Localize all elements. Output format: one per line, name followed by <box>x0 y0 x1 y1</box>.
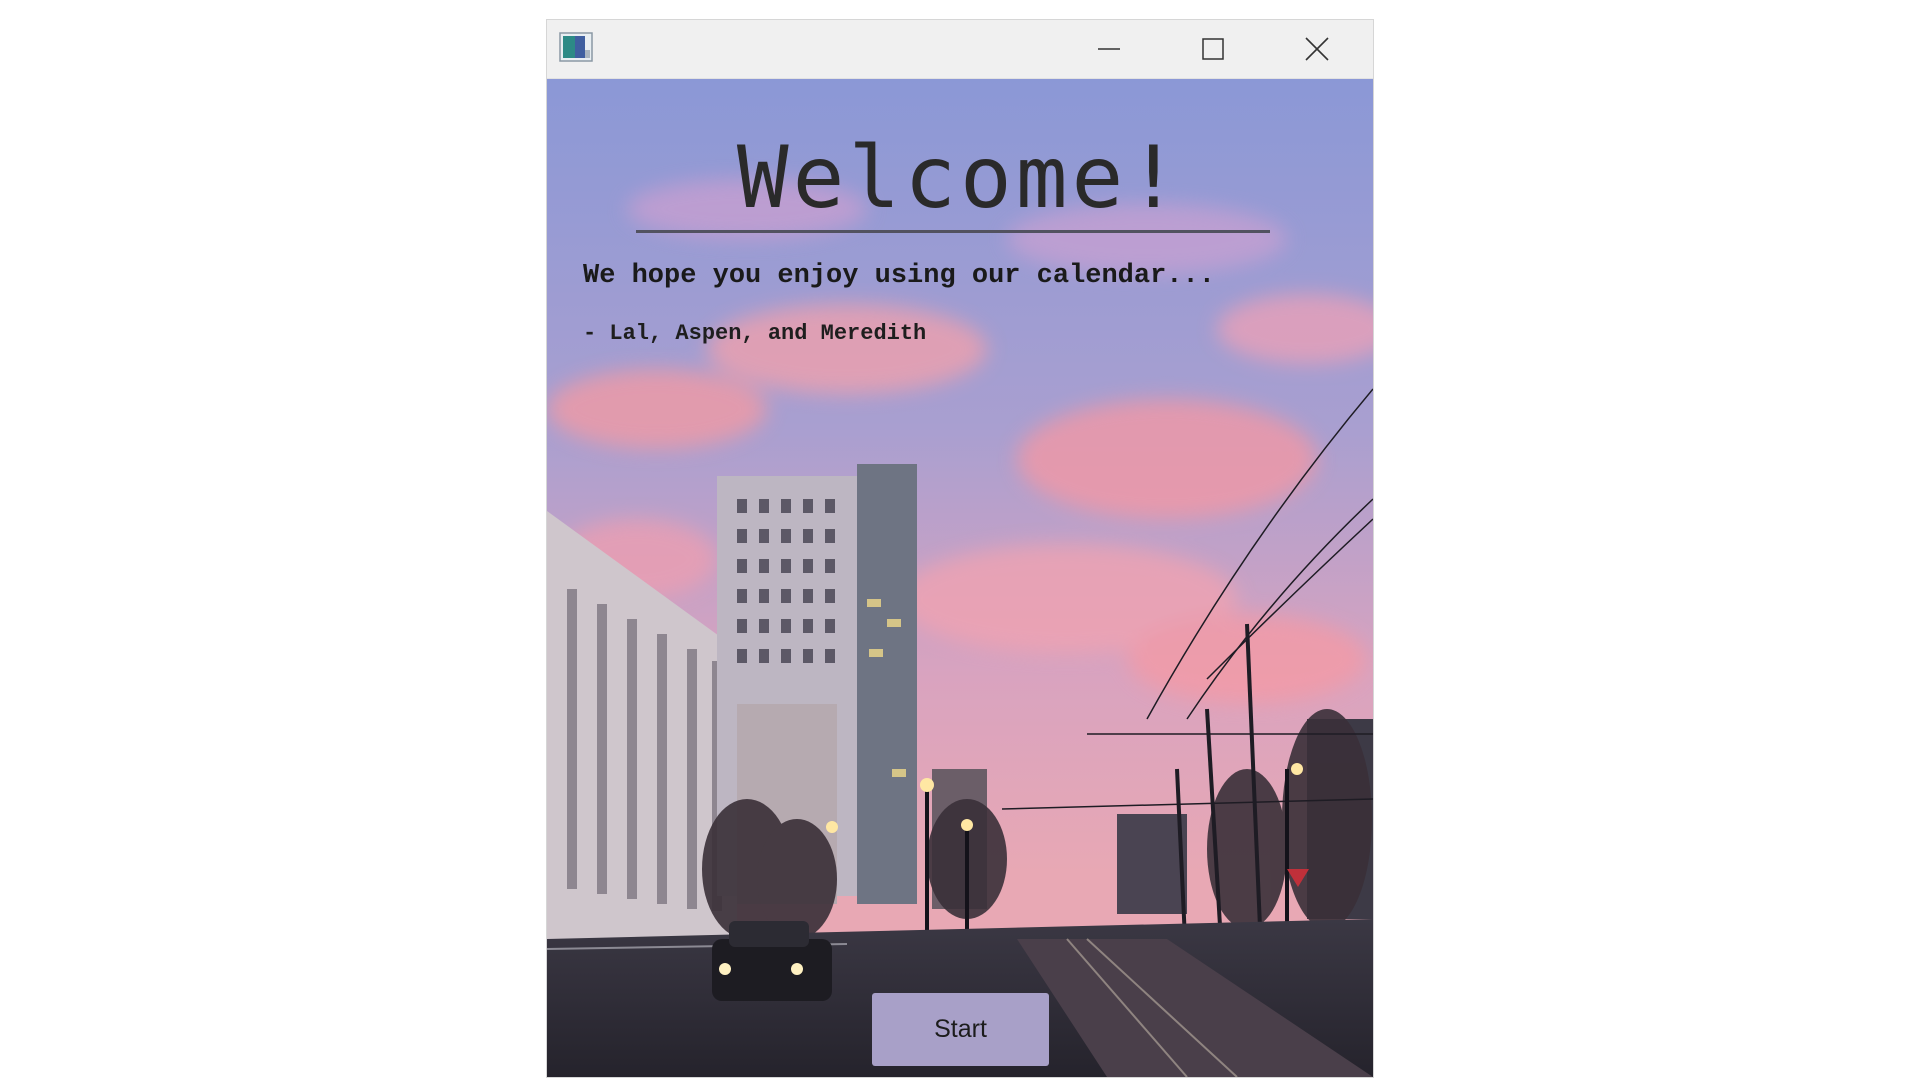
start-button[interactable]: Start <box>872 993 1049 1066</box>
maximize-button[interactable] <box>1161 20 1265 78</box>
minimize-button[interactable] <box>1057 20 1161 78</box>
welcome-subtitle: We hope you enjoy using our calendar... <box>583 261 1215 291</box>
title-bar <box>547 20 1373 79</box>
welcome-title: Welcome! <box>736 128 1184 228</box>
title-divider <box>636 230 1270 233</box>
maximize-icon <box>1202 38 1224 60</box>
close-button[interactable] <box>1265 20 1369 78</box>
close-icon <box>1305 37 1329 61</box>
welcome-screen: Welcome! We hope you enjoy using our cal… <box>547 79 1373 1077</box>
app-icon <box>559 32 593 62</box>
app-window: Welcome! We hope you enjoy using our cal… <box>547 20 1373 1077</box>
author-signature: - Lal, Aspen, and Meredith <box>583 321 927 346</box>
minimize-icon <box>1098 48 1120 50</box>
